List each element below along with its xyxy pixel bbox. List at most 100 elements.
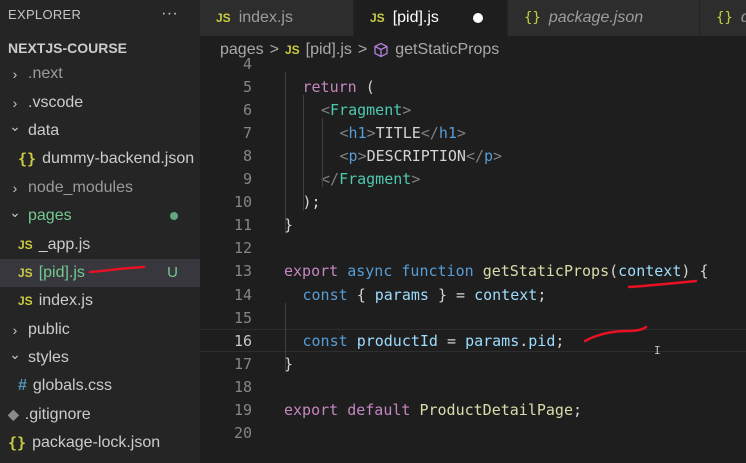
line-number: 4	[242, 54, 252, 73]
code-line-text: const { params } = context;	[302, 285, 547, 304]
modified-dot-icon	[170, 212, 178, 221]
js-file-icon: JS	[18, 265, 33, 280]
tab-label: package.json	[548, 9, 644, 26]
line-number: 10	[233, 193, 252, 212]
code-line[interactable]: 12	[200, 237, 746, 260]
untracked-badge: U	[167, 264, 178, 282]
tree-item-pages[interactable]: ⌄ pages	[0, 202, 200, 230]
tree-item-app-js[interactable]: JS _app.js	[0, 230, 200, 258]
git-file-icon: ◆	[8, 406, 19, 423]
indent-guide	[322, 118, 323, 188]
code-line[interactable]: 8 <p>DESCRIPTION</p>	[200, 144, 746, 167]
code-line-text: export async function getStaticProps(con…	[284, 262, 709, 281]
tab-pid-js[interactable]: JS [pid].js	[354, 0, 508, 36]
js-file-icon: JS	[18, 237, 33, 252]
js-file-icon: JS	[370, 11, 385, 25]
code-line[interactable]: 20	[200, 422, 746, 445]
code-line[interactable]: 16 const productId = params.pid;	[200, 329, 746, 353]
code-line-text: return (	[302, 77, 375, 96]
tab-label: index.js	[238, 9, 293, 26]
tree-item-label: package-lock.json	[32, 434, 161, 452]
indent-guide	[303, 95, 304, 211]
js-file-icon: JS	[18, 294, 33, 309]
code-editor[interactable]: 4 5 return ( 6 <Fragment> 7 <h1>TITLE</h1> 8 <p>…	[200, 55, 746, 463]
chevron-down-icon[interactable]: ⌄	[8, 118, 22, 135]
tree-item-label: dummy-backend.json	[42, 150, 195, 168]
chevron-right-icon[interactable]: ›	[8, 95, 22, 111]
chevron-right-icon[interactable]: ›	[8, 180, 22, 196]
chevron-right-icon[interactable]: ›	[8, 66, 22, 82]
tree-item-pid-js[interactable]: JS [pid].js U	[0, 258, 200, 288]
code-line-text: const productId = params.pid;	[302, 331, 565, 350]
code-line[interactable]: 14 const { params } = context;	[200, 283, 746, 306]
tree-item-label: data	[28, 121, 60, 139]
code-line[interactable]: 15	[200, 306, 746, 329]
code-line[interactable]: 19 export default ProductDetailPage;	[200, 399, 746, 422]
tab-label: [pid].js	[392, 9, 439, 26]
tree-item-label: .gitignore	[24, 405, 91, 423]
tree-item-label: .next	[28, 65, 63, 83]
tree-item-index-js[interactable]: JS index.js	[0, 287, 200, 315]
unsaved-dot-icon[interactable]	[472, 13, 483, 23]
json-file-icon: {}	[524, 10, 541, 26]
tree-item-label: styles	[28, 349, 69, 367]
json-file-icon: {}	[8, 434, 27, 453]
indent-guide	[285, 72, 286, 234]
workspace-folder-name: NEXTJS-COURSE	[8, 40, 128, 56]
tree-item-public[interactable]: › public	[0, 316, 200, 344]
code-line-text: );	[302, 193, 321, 212]
line-number: 18	[233, 377, 252, 396]
indent-guide	[285, 303, 286, 373]
chevron-down-icon[interactable]: ⌄	[8, 346, 22, 363]
tree-item-package-lock-json[interactable]: {} package-lock.json	[0, 429, 200, 457]
line-number: 16	[233, 331, 252, 350]
tree-item-next[interactable]: › .next	[0, 60, 200, 88]
js-file-icon: JS	[216, 11, 231, 25]
line-number: 6	[242, 100, 252, 119]
code-line[interactable]: 6 <Fragment>	[200, 98, 746, 121]
tree-item-gitignore[interactable]: ◆ .gitignore	[0, 401, 200, 429]
tree-item-styles[interactable]: ⌄ styles	[0, 344, 200, 372]
line-number: 12	[233, 239, 252, 258]
chevron-right-icon[interactable]: ›	[8, 322, 22, 338]
tab-package-json[interactable]: {} package.json	[508, 0, 700, 36]
code-line[interactable]: 18	[200, 375, 746, 398]
workspace-folder-header[interactable]: NEXTJS-COURSE	[0, 36, 200, 60]
code-line[interactable]: 5 return (	[200, 75, 746, 98]
line-number: 5	[242, 77, 252, 96]
explorer-header: EXPLORER ···	[0, 0, 200, 28]
json-file-icon: {}	[716, 10, 733, 26]
code-line-text: <Fragment>	[321, 100, 412, 119]
code-line[interactable]: 11}	[200, 214, 746, 237]
tree-item-label: .vscode	[28, 93, 84, 111]
tree-item-globals-css[interactable]: # globals.css	[0, 372, 200, 400]
tree-item-data[interactable]: ⌄ data	[0, 117, 200, 145]
tree-item-node-modules[interactable]: › node_modules	[0, 174, 200, 202]
file-tree: › .next › .vscode ⌄ data {} dummy-backend.json ›…	[0, 60, 200, 457]
line-number: 14	[233, 285, 252, 304]
tab-dummy-backend-json[interactable]: {} dum	[700, 0, 746, 36]
line-number: 13	[233, 262, 252, 281]
more-actions-icon[interactable]: ···	[161, 5, 178, 23]
tree-item-label: node_modules	[28, 178, 133, 196]
chevron-down-icon[interactable]: ⌄	[8, 204, 22, 221]
tree-item-vscode[interactable]: › .vscode	[0, 88, 200, 116]
code-line[interactable]: 4	[200, 52, 746, 75]
code-line[interactable]: 13 export async function getStaticProps(c…	[200, 260, 746, 283]
line-number: 7	[242, 123, 252, 142]
tree-item-label: index.js	[38, 292, 93, 310]
line-number: 20	[233, 424, 252, 443]
tree-item-dummy-backend-json[interactable]: {} dummy-backend.json	[0, 145, 200, 173]
code-line[interactable]: 9 </Fragment>	[200, 168, 746, 191]
code-line-text: export default ProductDetailPage;	[284, 401, 583, 420]
code-line[interactable]: 17}	[200, 352, 746, 375]
tab-index-js[interactable]: JS index.js	[200, 0, 354, 36]
tab-label: dum	[741, 9, 746, 27]
tree-item-label: [pid].js	[38, 263, 85, 281]
code-line[interactable]: 10);	[200, 191, 746, 214]
line-number: 15	[233, 308, 252, 327]
code-line[interactable]: 7 <h1>TITLE</h1>	[200, 121, 746, 144]
code-line-text: <h1>TITLE</h1>	[339, 123, 466, 142]
line-number: 19	[233, 401, 252, 420]
tree-item-label: _app.js	[38, 235, 91, 253]
